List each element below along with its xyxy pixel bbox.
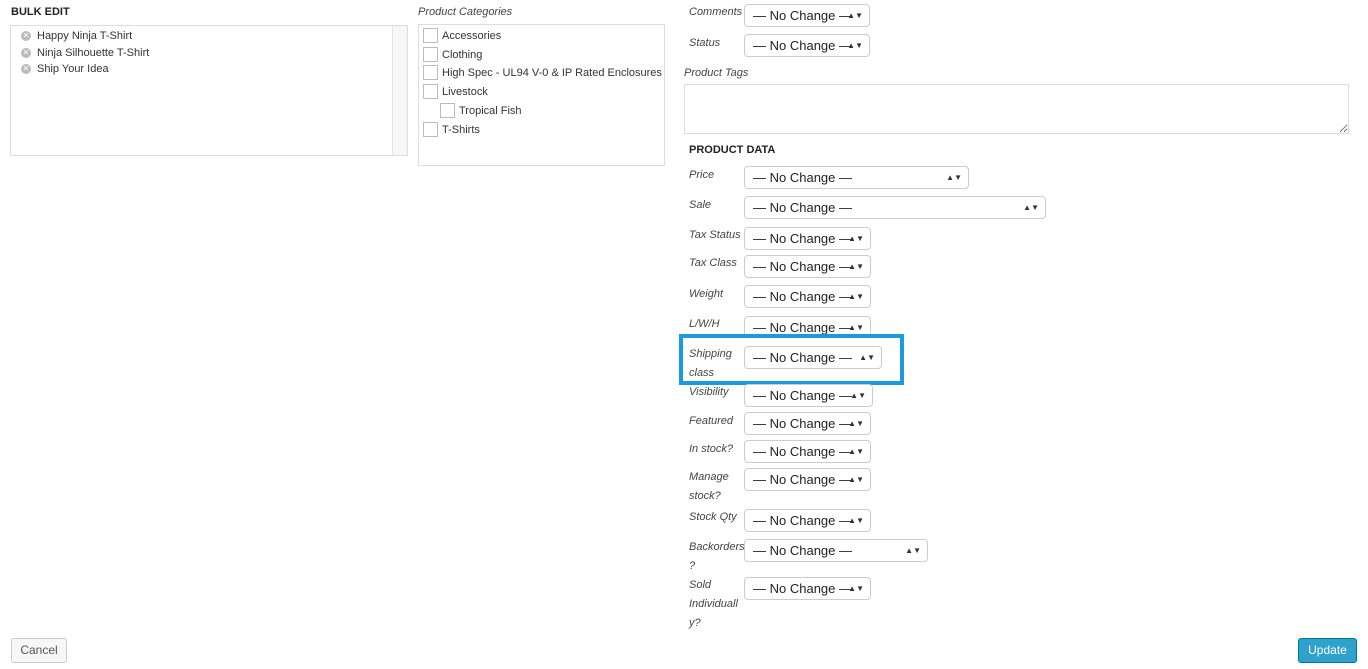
bulk-edit-title: BULK EDIT bbox=[11, 6, 70, 18]
checkbox[interactable] bbox=[423, 28, 438, 43]
checkbox[interactable] bbox=[423, 122, 438, 137]
category-label: Accessories bbox=[442, 30, 501, 42]
cancel-button[interactable]: Cancel bbox=[11, 638, 67, 663]
in-stock-label: In stock? bbox=[689, 440, 743, 459]
sold-individually-select[interactable]: — No Change —▲▼ bbox=[744, 577, 871, 600]
checkbox[interactable] bbox=[423, 47, 438, 62]
weight-select[interactable]: — No Change —▲▼ bbox=[744, 285, 871, 308]
updown-icon: ▲▼ bbox=[848, 228, 864, 249]
category-livestock[interactable]: Livestock bbox=[423, 84, 488, 99]
comments-label: Comments bbox=[689, 3, 743, 22]
select-value: — No Change — bbox=[753, 38, 852, 53]
in-stock-select[interactable]: — No Change —▲▼ bbox=[744, 440, 871, 463]
updown-icon: ▲▼ bbox=[848, 441, 864, 462]
scrollbar[interactable] bbox=[392, 26, 407, 155]
select-value: — No Change — bbox=[753, 200, 852, 215]
visibility-select[interactable]: — No Change —▲▼ bbox=[744, 384, 873, 407]
select-value: — No Change — bbox=[753, 8, 852, 23]
price-label: Price bbox=[689, 166, 743, 185]
updown-icon: ▲▼ bbox=[848, 510, 864, 531]
remove-icon[interactable]: ✕ bbox=[21, 64, 31, 74]
updown-icon: ▲▼ bbox=[848, 578, 864, 599]
category-t-shirts[interactable]: T-Shirts bbox=[423, 122, 480, 137]
backorders-select[interactable]: — No Change — ▲▼ bbox=[744, 539, 928, 562]
updown-icon: ▲▼ bbox=[946, 167, 962, 188]
status-label: Status bbox=[689, 34, 743, 53]
tax-class-label: Tax Class bbox=[689, 254, 743, 273]
bulk-edit-list: ✕ Happy Ninja T-Shirt ✕ Ninja Silhouette T… bbox=[10, 25, 408, 156]
category-clothing[interactable]: Clothing bbox=[423, 47, 482, 62]
manage-stock-select[interactable]: — No Change —▲▼ bbox=[744, 468, 871, 491]
product-data-heading: PRODUCT DATA bbox=[689, 144, 775, 156]
remove-icon[interactable]: ✕ bbox=[21, 31, 31, 41]
tax-status-select[interactable]: — No Change —▲▼ bbox=[744, 227, 871, 250]
category-label: Tropical Fish bbox=[459, 105, 522, 117]
updown-icon: ▲▼ bbox=[847, 5, 863, 26]
updown-icon: ▲▼ bbox=[859, 347, 875, 368]
updown-icon: ▲▼ bbox=[848, 286, 864, 307]
select-value: — No Change — bbox=[753, 350, 852, 365]
sale-label: Sale bbox=[689, 196, 743, 215]
weight-label: Weight bbox=[689, 285, 743, 304]
price-select[interactable]: — No Change — ▲▼ bbox=[744, 166, 969, 189]
category-label: Livestock bbox=[442, 86, 488, 98]
select-value: — No Change — bbox=[753, 231, 852, 246]
tax-class-select[interactable]: — No Change —▲▼ bbox=[744, 255, 871, 278]
product-tags-label: Product Tags bbox=[684, 67, 748, 79]
select-value: — No Change — bbox=[753, 581, 852, 596]
updown-icon: ▲▼ bbox=[848, 469, 864, 490]
shipping-class-label: Shipping class bbox=[689, 345, 743, 383]
select-value: — No Change — bbox=[753, 472, 852, 487]
updown-icon: ▲▼ bbox=[1023, 197, 1039, 218]
tax-status-label: Tax Status bbox=[689, 226, 743, 245]
lwh-label: L/W/H bbox=[689, 315, 743, 334]
updown-icon: ▲▼ bbox=[848, 256, 864, 277]
categories-list: Accessories Clothing High Spec - UL94 V-… bbox=[418, 24, 665, 166]
backorders-label: Backorders ? bbox=[689, 538, 743, 576]
updown-icon: ▲▼ bbox=[850, 385, 866, 406]
updown-icon: ▲▼ bbox=[848, 413, 864, 434]
select-value: — No Change — bbox=[753, 259, 852, 274]
update-button[interactable]: Update bbox=[1298, 638, 1357, 663]
remove-icon[interactable]: ✕ bbox=[21, 48, 31, 58]
select-value: — No Change — bbox=[753, 170, 852, 185]
category-high-spec[interactable]: High Spec - UL94 V-0 & IP Rated Enclosur… bbox=[423, 65, 662, 80]
select-value: — No Change — bbox=[753, 388, 852, 403]
select-value: — No Change — bbox=[753, 444, 852, 459]
category-tropical-fish[interactable]: Tropical Fish bbox=[440, 103, 522, 118]
select-value: — No Change — bbox=[753, 416, 852, 431]
product-tags-input[interactable] bbox=[684, 84, 1349, 134]
select-value: — No Change — bbox=[753, 513, 852, 528]
sale-select[interactable]: — No Change — ▲▼ bbox=[744, 196, 1046, 219]
select-value: — No Change — bbox=[753, 289, 852, 304]
sold-individually-label: Sold Individuall y? bbox=[689, 576, 743, 633]
list-item: Ninja Silhouette T-Shirt bbox=[37, 47, 149, 59]
visibility-label: Visibility bbox=[689, 383, 743, 402]
featured-label: Featured bbox=[689, 412, 743, 431]
product-categories-label: Product Categories bbox=[418, 6, 512, 18]
updown-icon: ▲▼ bbox=[847, 35, 863, 56]
select-value: — No Change — bbox=[753, 543, 852, 558]
status-select[interactable]: — No Change —▲▼ bbox=[744, 34, 870, 57]
manage-stock-label: Manage stock? bbox=[689, 468, 743, 506]
featured-select[interactable]: — No Change —▲▼ bbox=[744, 412, 871, 435]
category-label: T-Shirts bbox=[442, 124, 480, 136]
updown-icon: ▲▼ bbox=[905, 540, 921, 561]
shipping-class-select[interactable]: — No Change — ▲▼ bbox=[744, 346, 882, 369]
stock-qty-select[interactable]: — No Change —▲▼ bbox=[744, 509, 871, 532]
select-value: — No Change — bbox=[753, 320, 852, 335]
checkbox[interactable] bbox=[423, 84, 438, 99]
list-item: Happy Ninja T-Shirt bbox=[37, 30, 132, 42]
category-label: High Spec - UL94 V-0 & IP Rated Enclosur… bbox=[442, 67, 662, 79]
category-accessories[interactable]: Accessories bbox=[423, 28, 501, 43]
checkbox[interactable] bbox=[440, 103, 455, 118]
comments-select[interactable]: — No Change —▲▼ bbox=[744, 4, 870, 27]
checkbox[interactable] bbox=[423, 65, 438, 80]
stock-qty-label: Stock Qty bbox=[689, 508, 743, 527]
category-label: Clothing bbox=[442, 49, 482, 61]
list-item: Ship Your Idea bbox=[37, 63, 109, 75]
